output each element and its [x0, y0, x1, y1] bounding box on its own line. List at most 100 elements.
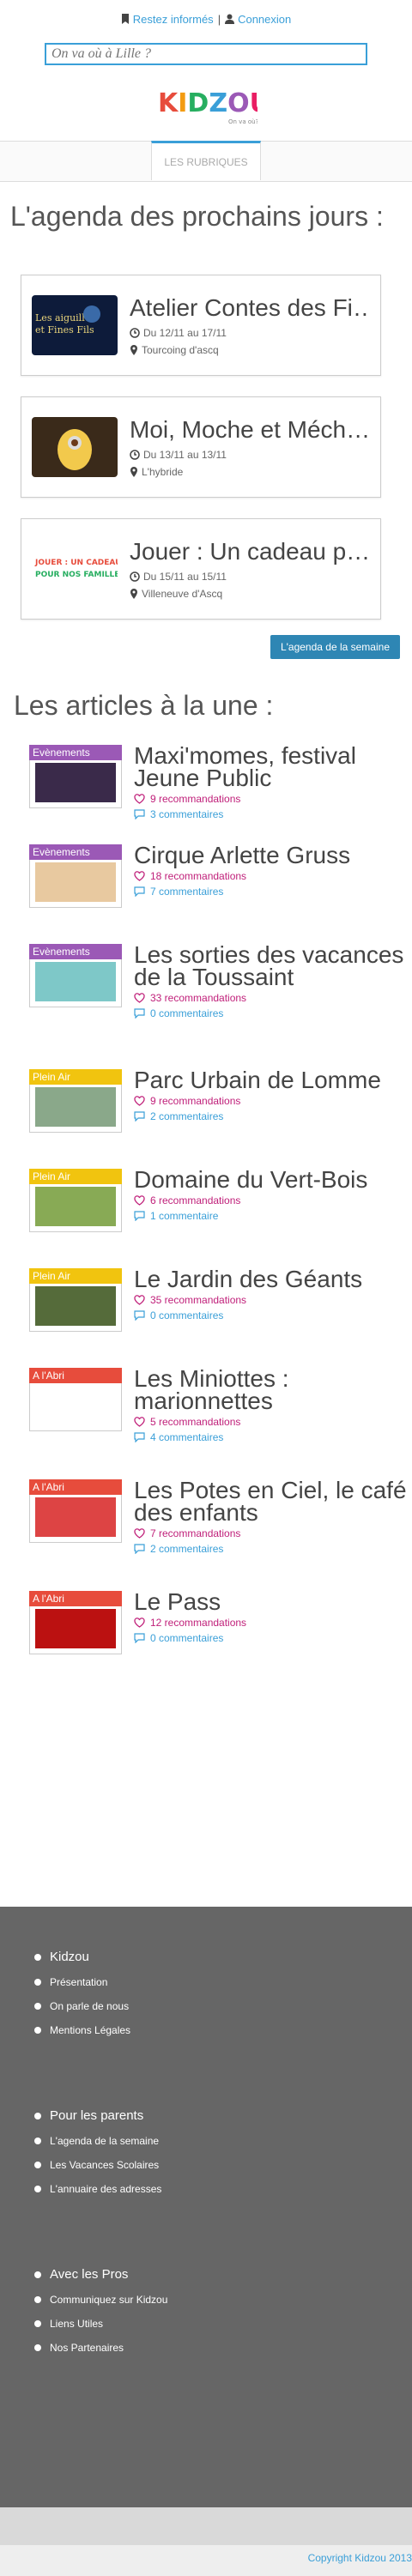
article-thumbnail[interactable]: A l'Abri: [29, 1479, 122, 1543]
article-item[interactable]: A l'Abri Les Potes en Ciel, le café des …: [0, 1478, 412, 1591]
category-badge: A l'Abri: [29, 1591, 122, 1606]
footer-link[interactable]: Mentions Légales: [34, 2024, 412, 2036]
article-title[interactable]: Le Pass: [134, 1590, 409, 1614]
heart-icon: [134, 794, 145, 804]
bullet-icon: [34, 1953, 41, 1961]
comment-icon: [134, 886, 145, 897]
article-title[interactable]: Parc Urbain de Lomme: [134, 1068, 409, 1092]
category-badge: Plein Air: [29, 1169, 122, 1184]
article-thumbnail[interactable]: Plein Air: [29, 1268, 122, 1332]
article-item[interactable]: Evènements Maxi'momes, festival Jeune Pu…: [0, 744, 412, 844]
event-title: Moi, Moche et Méchant 2: [130, 416, 370, 443]
recommendations[interactable]: 18 recommandations: [134, 870, 409, 882]
comments[interactable]: 0 commentaires: [134, 1632, 409, 1644]
agenda-title: L'agenda des prochains jours :: [10, 201, 384, 232]
weekly-agenda-button[interactable]: L'agenda de la semaine: [270, 635, 400, 659]
bullet-icon: [34, 2162, 41, 2168]
comments[interactable]: 4 commentaires: [134, 1431, 409, 1443]
article-image: [35, 763, 116, 802]
article-title[interactable]: Les Potes en Ciel, le café des enfants: [134, 1478, 409, 1525]
comments[interactable]: 3 commentaires: [134, 808, 409, 820]
svg-text:JOUER : UN CADEAU: JOUER : UN CADEAU: [34, 559, 118, 567]
article-title[interactable]: Le Jardin des Géants: [134, 1267, 409, 1291]
comments-text: 3 commentaires: [150, 808, 224, 820]
article-item[interactable]: Plein Air Le Jardin des Géants 35 recomm…: [0, 1267, 412, 1368]
footer-link[interactable]: L'agenda de la semaine: [34, 2135, 412, 2147]
recommendations[interactable]: 9 recommandations: [134, 793, 409, 805]
comments[interactable]: 7 commentaires: [134, 886, 409, 898]
article-title[interactable]: Les Miniottes : marionnettes: [134, 1367, 409, 1413]
footer-link[interactable]: Présentation: [34, 1976, 412, 1988]
stay-informed-link[interactable]: Restez informés: [121, 13, 214, 26]
article-thumbnail[interactable]: A l'Abri: [29, 1591, 122, 1654]
event-title: Jouer : Un cadeau pour nos familles: [130, 538, 370, 565]
bullet-icon: [34, 2344, 41, 2351]
event-dates: Du 15/11 au 15/11: [130, 571, 370, 583]
recommendations[interactable]: 35 recommandations: [134, 1294, 409, 1306]
event-place: Villeneuve d'Ascq: [130, 588, 370, 600]
footer-heading: Kidzou: [34, 1950, 412, 1964]
comments[interactable]: 0 commentaires: [134, 1309, 409, 1321]
article-thumbnail[interactable]: Evènements: [29, 745, 122, 808]
article-title[interactable]: Cirque Arlette Gruss: [134, 844, 409, 868]
comments[interactable]: 1 commentaire: [134, 1210, 409, 1222]
svg-text:Les aiguille: Les aiguille: [35, 312, 90, 324]
comments-text: 0 commentaires: [150, 1007, 224, 1019]
heart-icon: [134, 1528, 145, 1539]
footer-section: Kidzou Présentation On parle de nous Mentio…: [0, 1950, 412, 2036]
article-thumbnail[interactable]: A l'Abri: [29, 1368, 122, 1431]
event-image: [32, 417, 118, 477]
article-item[interactable]: A l'Abri Les Miniottes : marionnettes 5 …: [0, 1367, 412, 1479]
article-item[interactable]: Evènements Les sorties des vacances de l…: [0, 943, 412, 1069]
event-card[interactable]: Moi, Moche et Méchant 2 Du 13/11 au 13/1…: [21, 396, 381, 498]
footer-link[interactable]: Les Vacances Scolaires: [34, 2159, 412, 2171]
event-card[interactable]: Les aiguille et Fines Fils Atelier Contes…: [21, 275, 381, 376]
kidzou-logo[interactable]: KIDZOU On va où?: [0, 81, 412, 132]
heart-icon: [134, 1195, 145, 1206]
article-item[interactable]: A l'Abri Le Pass 12 recommandations 0 co…: [0, 1590, 412, 1690]
article-image: [35, 962, 116, 1001]
recommendations-text: 18 recommandations: [150, 870, 247, 882]
article-thumbnail[interactable]: Evènements: [29, 844, 122, 908]
recommendations[interactable]: 5 recommandations: [134, 1416, 409, 1428]
article-item[interactable]: Plein Air Domaine du Vert-Bois 6 recomma…: [0, 1168, 412, 1268]
recommendations[interactable]: 12 recommandations: [134, 1617, 409, 1629]
recommendations[interactable]: 33 recommandations: [134, 992, 409, 1004]
recommendations[interactable]: 7 recommandations: [134, 1527, 409, 1539]
bullet-icon: [34, 2296, 41, 2303]
recommendations[interactable]: 6 recommandations: [134, 1194, 409, 1206]
comments-text: 2 commentaires: [150, 1543, 224, 1555]
article-title[interactable]: Les sorties des vacances de la Toussaint: [134, 943, 409, 989]
comment-icon: [134, 1111, 145, 1122]
article-item[interactable]: Evènements Cirque Arlette Gruss 18 recom…: [0, 844, 412, 944]
article-item[interactable]: Plein Air Parc Urbain de Lomme 9 recomma…: [0, 1068, 412, 1169]
clock-icon: [130, 450, 140, 460]
comments[interactable]: 2 commentaires: [134, 1543, 409, 1555]
article-title[interactable]: Domaine du Vert-Bois: [134, 1168, 409, 1192]
bullet-icon: [34, 2027, 41, 2034]
recommendations-text: 9 recommandations: [150, 793, 241, 805]
category-badge: Plein Air: [29, 1268, 122, 1284]
comments-text: 0 commentaires: [150, 1632, 224, 1644]
event-dates-text: Du 15/11 au 15/11: [143, 571, 227, 583]
footer-link[interactable]: On parle de nous: [34, 2000, 412, 2012]
heart-icon: [134, 1096, 145, 1106]
login-link[interactable]: Connexion: [225, 13, 291, 26]
footer-link[interactable]: Communiquez sur Kidzou: [34, 2294, 412, 2306]
svg-text:On va où?: On va où?: [228, 118, 258, 125]
recommendations[interactable]: 9 recommandations: [134, 1095, 409, 1107]
bullet-icon: [34, 2186, 41, 2192]
comments[interactable]: 0 commentaires: [134, 1007, 409, 1019]
tab-rubriques[interactable]: LES RUBRIQUES: [151, 141, 261, 180]
comment-icon: [134, 1310, 145, 1321]
article-thumbnail[interactable]: Plein Air: [29, 1069, 122, 1133]
article-thumbnail[interactable]: Plein Air: [29, 1169, 122, 1232]
footer-link[interactable]: Nos Partenaires: [34, 2342, 412, 2354]
article-thumbnail[interactable]: Evènements: [29, 944, 122, 1007]
comments[interactable]: 2 commentaires: [134, 1110, 409, 1122]
search-input[interactable]: [45, 43, 367, 65]
footer-link[interactable]: L'annuaire des adresses: [34, 2183, 412, 2195]
article-title[interactable]: Maxi'momes, festival Jeune Public: [134, 744, 409, 790]
event-card[interactable]: JOUER : UN CADEAU POUR NOS FAMILLES Jouer…: [21, 518, 381, 620]
footer-link[interactable]: Liens Utiles: [34, 2318, 412, 2330]
